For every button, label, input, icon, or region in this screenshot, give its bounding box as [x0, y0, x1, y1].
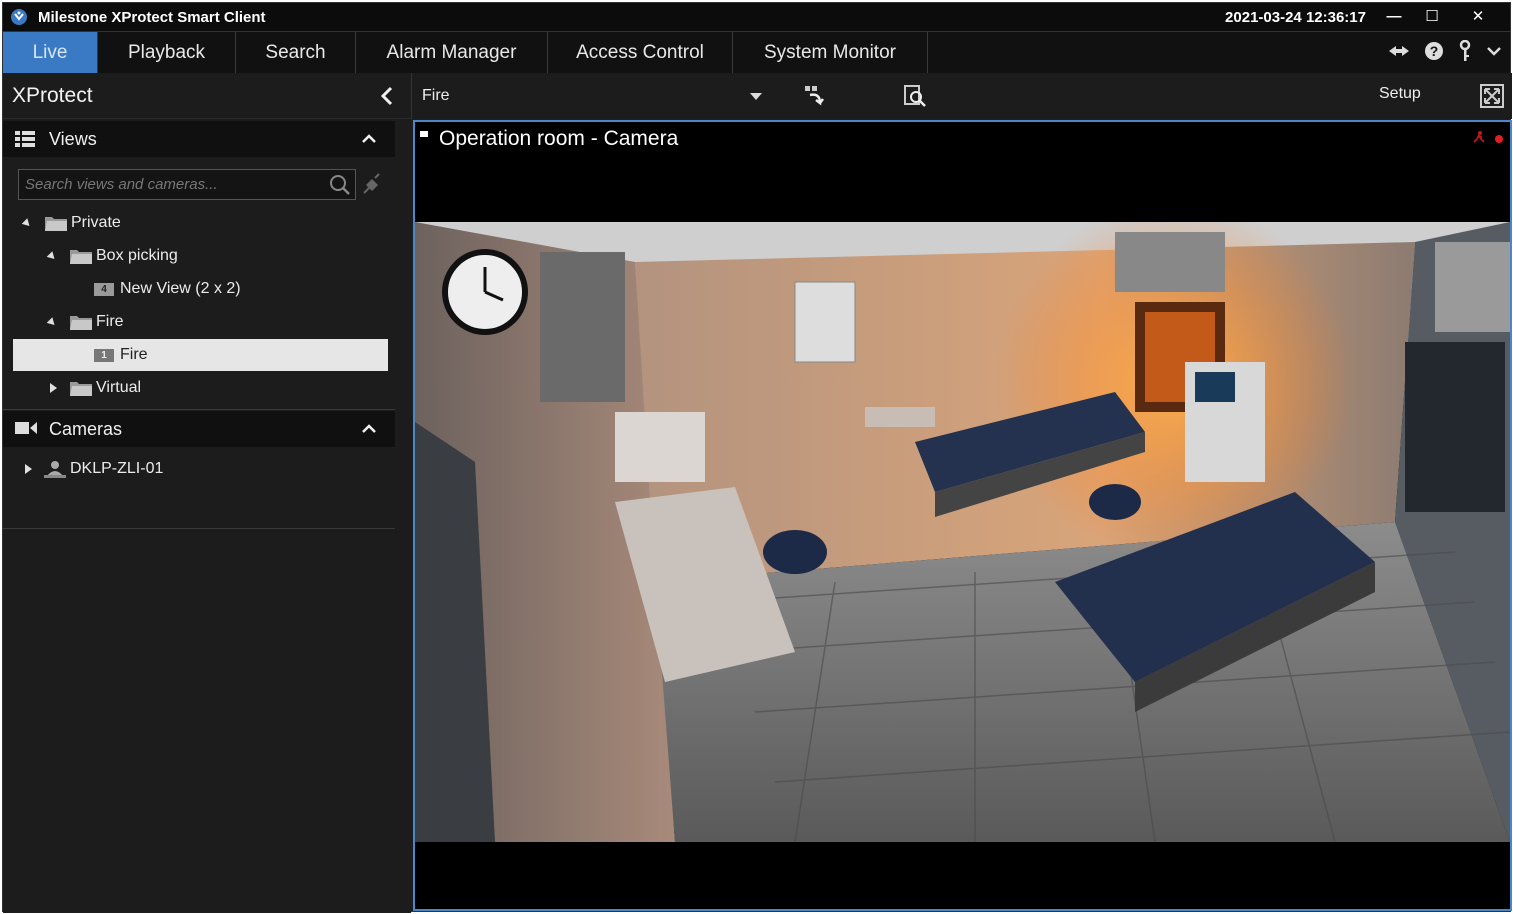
view-layout-badge: 1 [94, 348, 114, 362]
tree-item-label: Box picking [96, 247, 178, 264]
search-icon[interactable] [329, 174, 351, 196]
tree-item-label: Fire [96, 313, 124, 330]
minimize-button[interactable]: — [1374, 3, 1414, 29]
view-layout-badge: 4 [94, 282, 114, 296]
tree-item-camera-server[interactable]: DKLP-ZLI-01 [3, 453, 395, 485]
tree-item-virtual[interactable]: Virtual [3, 372, 395, 404]
search-input[interactable] [19, 176, 319, 193]
camera-viewport[interactable]: Operation room - Camera [413, 120, 1512, 911]
header-icons: ? [1388, 32, 1502, 74]
current-view-label: Fire [422, 87, 450, 104]
tab-playback[interactable]: Playback [98, 32, 236, 74]
expand-arrow-icon[interactable] [21, 217, 33, 229]
workspace-tabs: Live Playback Search Alarm Manager Acces… [3, 31, 1510, 74]
search-views-field [18, 169, 356, 200]
left-panel: XProtect Views Search views and cameras.… [3, 73, 411, 913]
expand-arrow-icon[interactable] [46, 250, 58, 262]
maximize-button[interactable]: ☐ [1412, 3, 1452, 29]
camera-flag-icon [420, 128, 430, 138]
window-title: Milestone XProtect Smart Client [38, 8, 266, 26]
camera-status-indicators [1472, 130, 1504, 149]
view-selector-dropdown[interactable]: Fire [422, 81, 762, 111]
dropdown-caret-icon [750, 93, 762, 100]
tab-alarm-manager[interactable]: Alarm Manager [356, 32, 548, 74]
send-to-window-icon[interactable] [802, 83, 828, 109]
camera-icon [15, 421, 37, 437]
clock-display: 2021-03-24 12:36:17 [1225, 8, 1366, 26]
cameras-label: Cameras [49, 418, 123, 439]
tab-live[interactable]: Live [3, 32, 98, 74]
views-label: Views [49, 128, 97, 149]
chevron-up-icon[interactable] [361, 131, 377, 147]
tree-item-label: New View (2 x 2) [120, 280, 241, 297]
view-toolbar: Fire Setup [411, 73, 1512, 119]
section-divider [3, 409, 395, 410]
recording-indicator-icon [1494, 131, 1504, 149]
chevron-up-icon[interactable] [361, 421, 377, 437]
chevron-down-icon[interactable] [1486, 44, 1502, 62]
camera-video-feed[interactable] [415, 222, 1510, 842]
folder-icon [70, 380, 92, 396]
tab-system-monitor[interactable]: System Monitor [733, 32, 928, 74]
tree-item-label: Fire [120, 346, 148, 363]
left-panel-header: XProtect [3, 73, 411, 119]
collapse-arrow-icon[interactable] [25, 464, 32, 474]
camera-title: Operation room - Camera [439, 127, 679, 150]
pin-icon[interactable] [362, 173, 384, 195]
tree-item-fire-folder[interactable]: Fire [3, 306, 395, 338]
title-bar: Milestone XProtect Smart Client 2021-03-… [3, 3, 1510, 31]
collapse-arrow-icon[interactable] [50, 383, 57, 393]
tab-search[interactable]: Search [236, 32, 356, 74]
folder-icon [45, 215, 67, 231]
server-icon [44, 460, 66, 478]
milestone-logo-icon [10, 8, 28, 26]
panel-title: XProtect [12, 83, 93, 107]
svg-text:?: ? [1430, 43, 1439, 59]
grid-icon [15, 131, 35, 147]
views-section-header[interactable]: Views [3, 121, 395, 157]
tab-access-control[interactable]: Access Control [548, 32, 733, 74]
app-window: Milestone XProtect Smart Client 2021-03-… [2, 2, 1512, 913]
close-button[interactable]: ✕ [1458, 3, 1498, 29]
fullscreen-icon[interactable] [1480, 84, 1504, 108]
help-icon[interactable]: ? [1424, 41, 1444, 66]
expand-arrow-icon[interactable] [46, 316, 58, 328]
motion-icon [1472, 130, 1486, 149]
collapse-panel-icon[interactable] [377, 85, 397, 107]
tree-item-box-picking[interactable]: Box picking [3, 240, 395, 272]
tree-item-label: DKLP-ZLI-01 [70, 460, 164, 477]
tree-item-new-view[interactable]: 4 New View (2 x 2) [3, 273, 395, 305]
settings-arrow-icon[interactable] [1388, 44, 1410, 63]
folder-icon [70, 248, 92, 264]
tree-item-label: Virtual [96, 379, 142, 396]
key-icon[interactable] [1458, 39, 1472, 67]
folder-icon [70, 314, 92, 330]
tree-item-label: Private [71, 214, 121, 231]
search-view-icon[interactable] [902, 83, 928, 109]
tree-item-private[interactable]: Private [3, 207, 395, 239]
cameras-section-header[interactable]: Cameras [3, 411, 395, 447]
tree-item-fire-view[interactable]: 1 Fire [13, 339, 388, 371]
section-divider [3, 528, 395, 529]
setup-button[interactable]: Setup [1379, 85, 1421, 103]
